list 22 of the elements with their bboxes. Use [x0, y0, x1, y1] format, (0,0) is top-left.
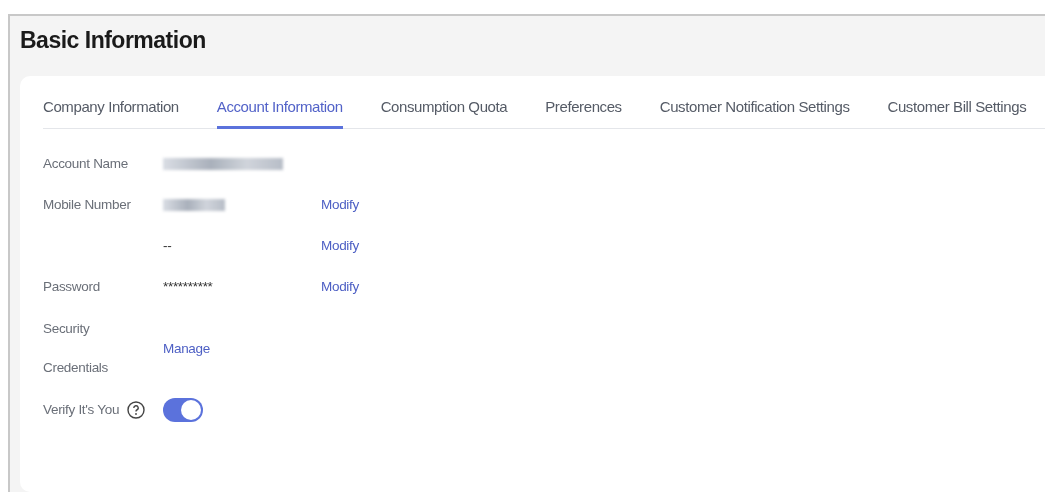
- modify-link[interactable]: Modify: [321, 279, 359, 294]
- field-value: --: [163, 238, 173, 253]
- field-value: **********: [163, 279, 214, 294]
- modify-link[interactable]: Modify: [321, 238, 359, 253]
- tab[interactable]: Preferences: [545, 90, 622, 129]
- redacted-value: [163, 198, 225, 211]
- field-label: Security: [43, 321, 91, 336]
- tab[interactable]: Company Information: [43, 90, 179, 129]
- tab[interactable]: Consumption Quota: [380, 90, 508, 129]
- field-label: Password: [43, 279, 101, 294]
- help-icon[interactable]: [127, 400, 146, 419]
- tab[interactable]: Customer Bill Settings: [887, 90, 1027, 129]
- field-label: Verify It's You: [43, 402, 120, 417]
- field-label: Mobile Number: [43, 197, 132, 212]
- tab[interactable]: Account Information: [216, 90, 343, 129]
- toggle-switch[interactable]: [163, 397, 203, 422]
- manage-link[interactable]: Manage: [163, 340, 210, 356]
- tab[interactable]: Customer Notification Settings: [659, 90, 850, 129]
- field-label: Credentials: [43, 360, 109, 375]
- page-title: Basic Information: [20, 26, 207, 55]
- modify-link[interactable]: Modify: [321, 197, 359, 212]
- field-label: Account Name: [43, 156, 129, 171]
